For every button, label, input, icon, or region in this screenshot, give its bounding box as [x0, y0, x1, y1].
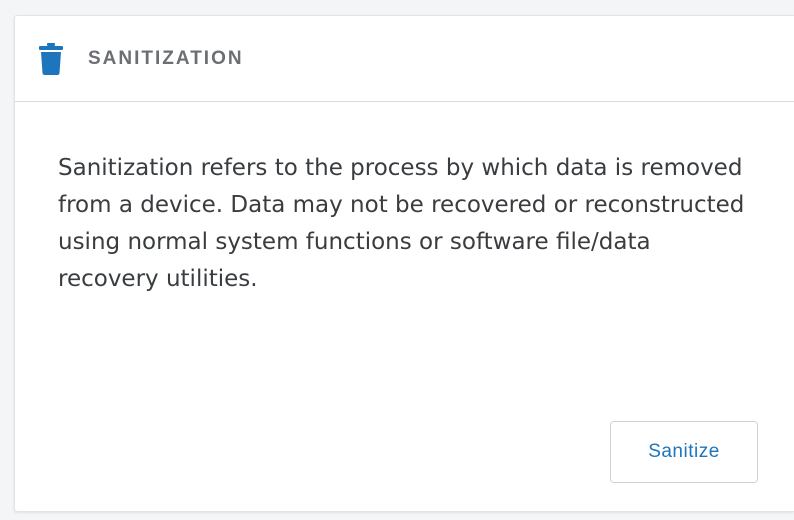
sanitization-card: SANITIZATION Sanitization refers to the … [14, 15, 794, 512]
card-header: SANITIZATION [15, 16, 794, 102]
sanitize-button[interactable]: Sanitize [610, 421, 758, 483]
card-description: Sanitization refers to the process by wh… [58, 155, 745, 292]
trash-icon [39, 43, 63, 75]
card-title: SANITIZATION [88, 48, 244, 69]
